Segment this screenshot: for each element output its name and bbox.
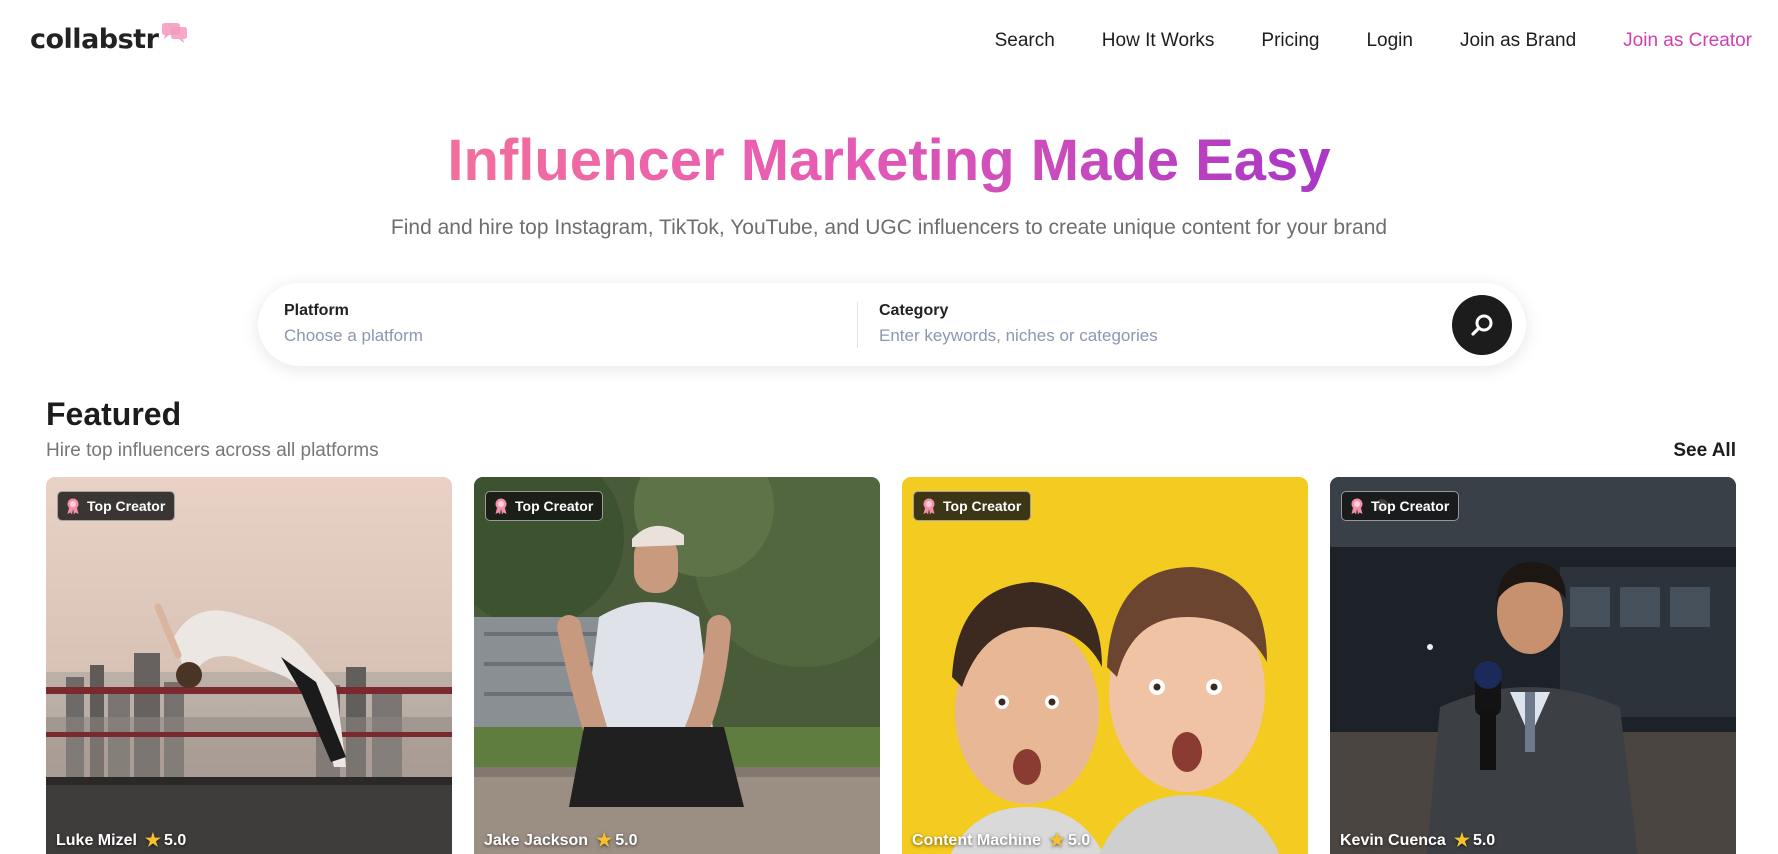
search-button[interactable]: [1452, 295, 1512, 355]
featured-title: Featured: [46, 396, 182, 432]
search-divider: [857, 302, 858, 348]
star-icon: ★: [1048, 830, 1066, 850]
hero-title: Influencer Marketing Made Easy: [0, 126, 1778, 196]
creator-name: Content Machine: [912, 831, 1041, 849]
main-nav: Search How It Works Pricing Login Join a…: [948, 28, 1752, 54]
medal-icon: [1351, 498, 1363, 515]
creator-name: Luke Mizel: [56, 831, 137, 849]
medal-icon: [67, 498, 79, 515]
star-icon: ★: [144, 830, 162, 850]
nav-join-as-creator[interactable]: Join as Creator: [1623, 28, 1752, 54]
creator-photo: [46, 477, 452, 854]
creator-card-kevin-cuenca[interactable]: Top Creator Kevin Cuenca ★ 5.0: [1330, 477, 1736, 854]
top-creator-badge: Top Creator: [1341, 491, 1460, 521]
logo[interactable]: collabstr: [30, 23, 189, 55]
star-icon: ★: [596, 830, 613, 850]
creator-rating: 5.0: [1472, 831, 1496, 849]
creator-rating: 5.0: [1068, 831, 1091, 849]
top-creator-badge: Top Creator: [57, 491, 176, 521]
category-label: Category: [879, 302, 949, 319]
platform-field[interactable]: Platform: [284, 302, 704, 346]
hero-subtitle: Find and hire top Instagram, TikTok, You…: [390, 216, 1388, 239]
logo-bubble-icon: [162, 23, 188, 43]
nav-search[interactable]: Search: [995, 28, 1055, 54]
nav-pricing[interactable]: Pricing: [1261, 28, 1319, 54]
hero-title-text: Influencer Marketing Made Easy: [447, 128, 1331, 193]
creator-photo: [474, 477, 880, 854]
creator-rating: 5.0: [164, 831, 187, 849]
logo-text: collabstr: [30, 24, 159, 55]
creator-card-jake-jackson[interactable]: Top Creator Jake Jackson ★ 5.0: [474, 477, 880, 854]
creator-rating: 5.0: [615, 831, 638, 849]
badge-label: Top Creator: [515, 498, 594, 514]
nav-how-it-works[interactable]: How It Works: [1102, 28, 1215, 54]
creator-name: Jake Jackson: [484, 831, 589, 849]
top-creator-badge: Top Creator: [485, 491, 604, 521]
top-creator-badge: Top Creator: [913, 491, 1032, 521]
card-footer: Kevin Cuenca ★ 5.0: [1340, 830, 1495, 851]
creator-name: Kevin Cuenca: [1340, 831, 1446, 849]
star-icon: ★: [1453, 830, 1470, 850]
creator-photo: [1330, 477, 1736, 854]
badge-label: Top Creator: [87, 498, 166, 514]
nav-login[interactable]: Login: [1366, 28, 1413, 54]
medal-icon: [923, 498, 935, 515]
card-footer: Luke Mizel ★ 5.0: [56, 830, 186, 851]
creator-card-luke-mizel[interactable]: Top Creator Luke Mizel ★ 5.0: [46, 477, 452, 854]
platform-input[interactable]: [284, 326, 704, 346]
search-icon: [1471, 314, 1493, 336]
search-bar: Platform Category: [258, 283, 1526, 366]
category-field[interactable]: Category: [879, 302, 1299, 346]
badge-label: Top Creator: [1371, 498, 1450, 514]
creator-photo: [902, 477, 1308, 854]
badge-label: Top Creator: [943, 498, 1022, 514]
featured-subtitle: Hire top influencers across all platform…: [46, 440, 379, 461]
platform-label: Platform: [284, 302, 349, 319]
creator-card-content-machine[interactable]: Top Creator Content Machine ★ 5.0: [902, 477, 1308, 854]
see-all-link[interactable]: See All: [1673, 440, 1736, 462]
nav-join-as-brand[interactable]: Join as Brand: [1460, 28, 1576, 54]
site-header: collabstr Search How It Works Pricing Lo…: [0, 0, 1778, 80]
card-footer: Content Machine ★ 5.0: [912, 830, 1090, 851]
card-footer: Jake Jackson ★ 5.0: [484, 830, 637, 851]
medal-icon: [495, 498, 507, 515]
category-input[interactable]: [879, 326, 1299, 346]
